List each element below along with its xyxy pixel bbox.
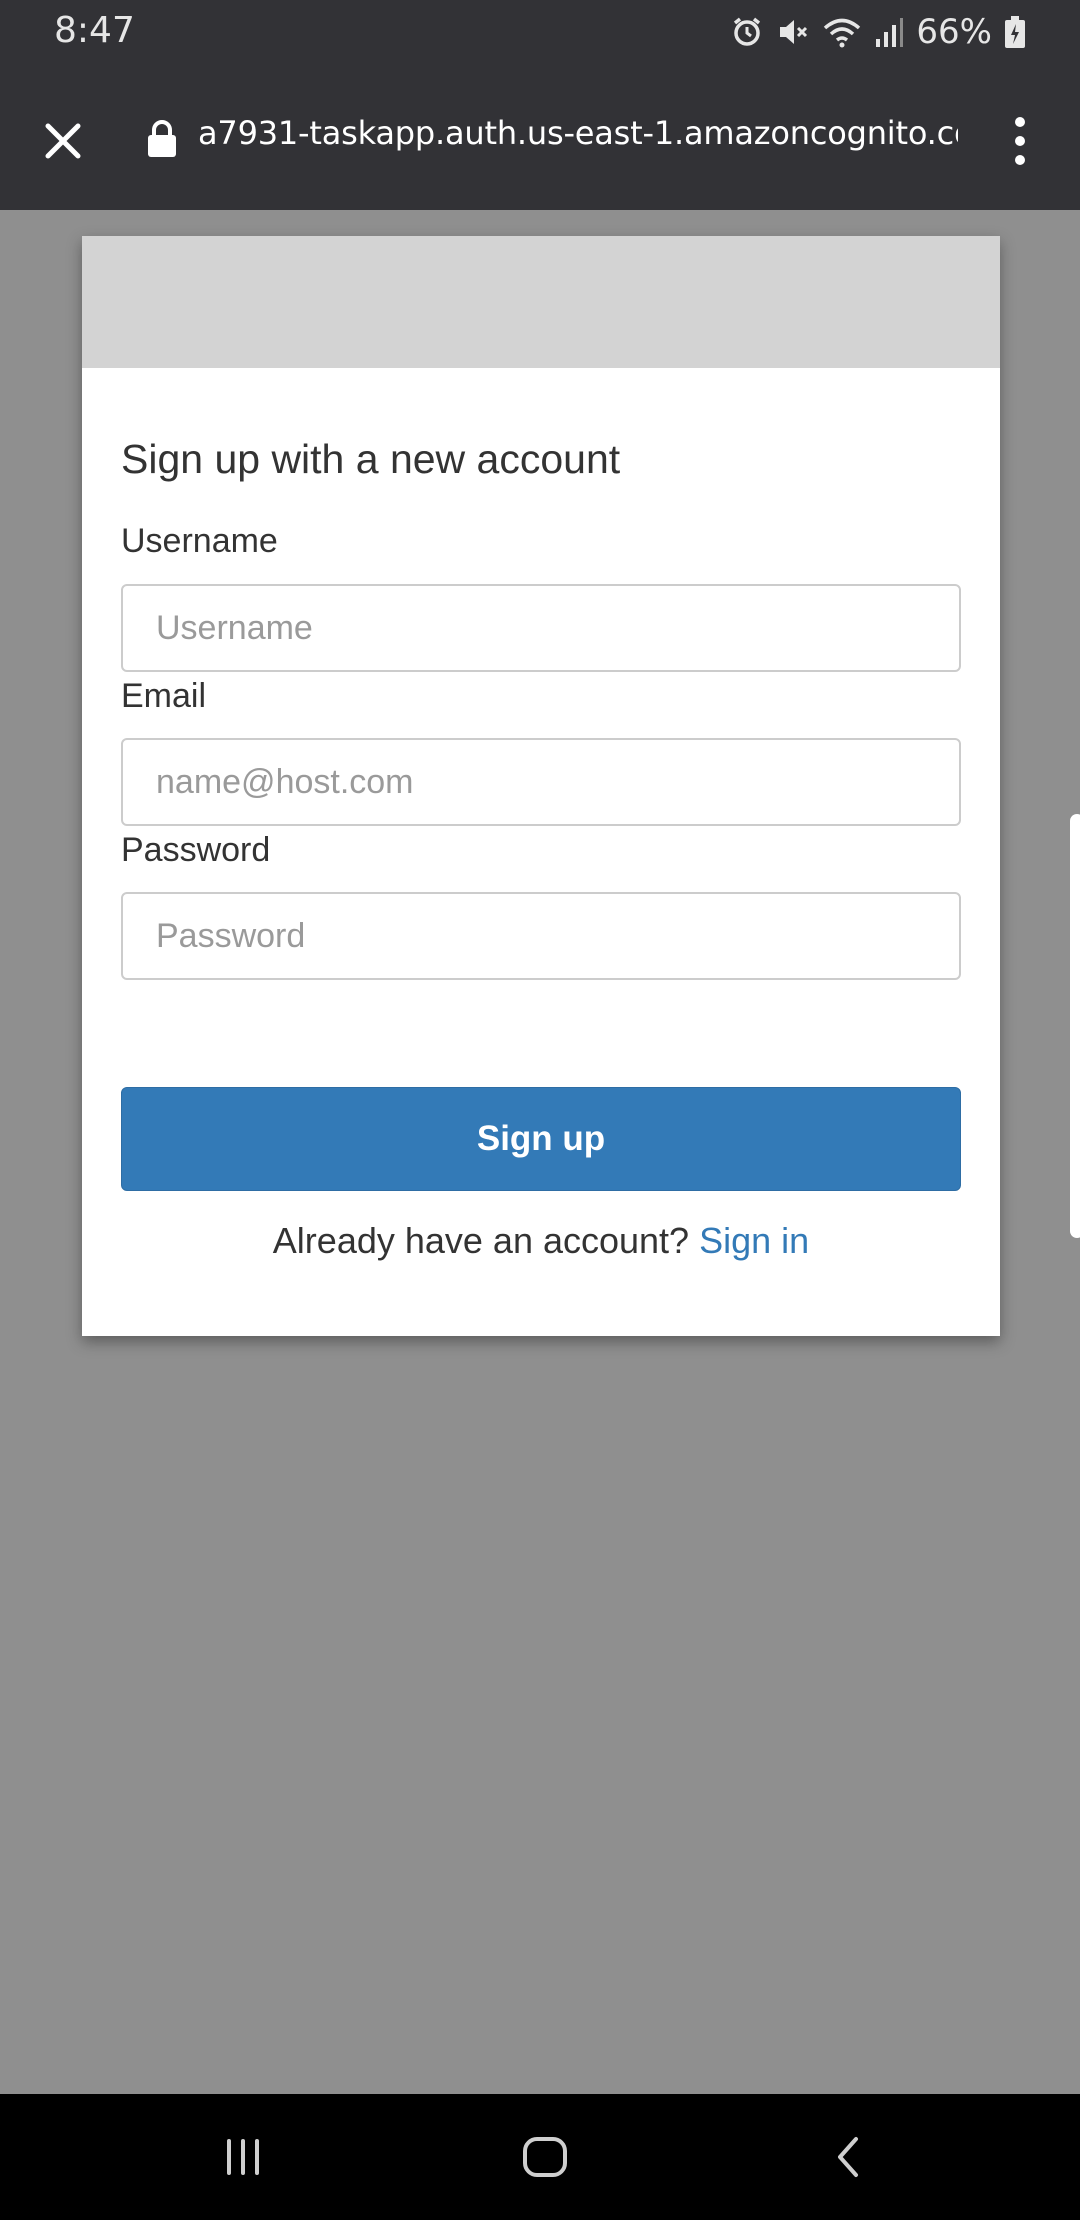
form-title: Sign up with a new account (121, 436, 621, 482)
mute-icon (780, 20, 808, 44)
email-label: Email (121, 677, 207, 715)
signin-link[interactable]: Sign in (699, 1220, 809, 1261)
status-bar: 8:47 66% (0, 0, 1080, 66)
signin-prompt-text: Already have an account? (272, 1220, 690, 1261)
wifi-icon (824, 18, 861, 48)
system-nav-bar (0, 2094, 1080, 2220)
battery-percent: 66% (916, 12, 992, 52)
alarm-icon (734, 17, 761, 46)
more-options-button[interactable] (1000, 106, 1040, 176)
more-vert-icon (1015, 117, 1025, 127)
browser-toolbar: a7931-taskapp.auth.us-east-1.amazoncogni… (0, 66, 1080, 210)
card-header-banner (82, 236, 1000, 368)
url-bar[interactable]: a7931-taskapp.auth.us-east-1.amazoncogni… (198, 114, 958, 152)
battery-icon (1005, 16, 1025, 48)
back-button[interactable] (808, 2122, 888, 2192)
signal-icon (876, 18, 904, 47)
page-scrollbar[interactable] (1070, 814, 1080, 1238)
recents-button[interactable] (203, 2122, 283, 2192)
password-input[interactable] (121, 892, 961, 980)
username-input[interactable] (121, 584, 961, 672)
username-label: Username (121, 522, 278, 560)
signup-card: Sign up with a new account Username Emai… (82, 236, 1000, 1336)
home-button[interactable] (505, 2122, 585, 2192)
recents-icon (227, 2139, 259, 2175)
signin-prompt-line: Already have an account? Sign in (82, 1220, 1000, 1262)
status-icons: 66% (730, 10, 1026, 54)
password-label: Password (121, 831, 271, 869)
email-input[interactable] (121, 738, 961, 826)
status-time: 8:47 (54, 10, 135, 51)
signup-button[interactable]: Sign up (121, 1087, 961, 1191)
close-icon (45, 123, 81, 159)
home-icon (523, 2137, 567, 2177)
back-icon (838, 2137, 858, 2177)
lock-icon (148, 120, 176, 157)
close-button[interactable] (28, 106, 98, 176)
